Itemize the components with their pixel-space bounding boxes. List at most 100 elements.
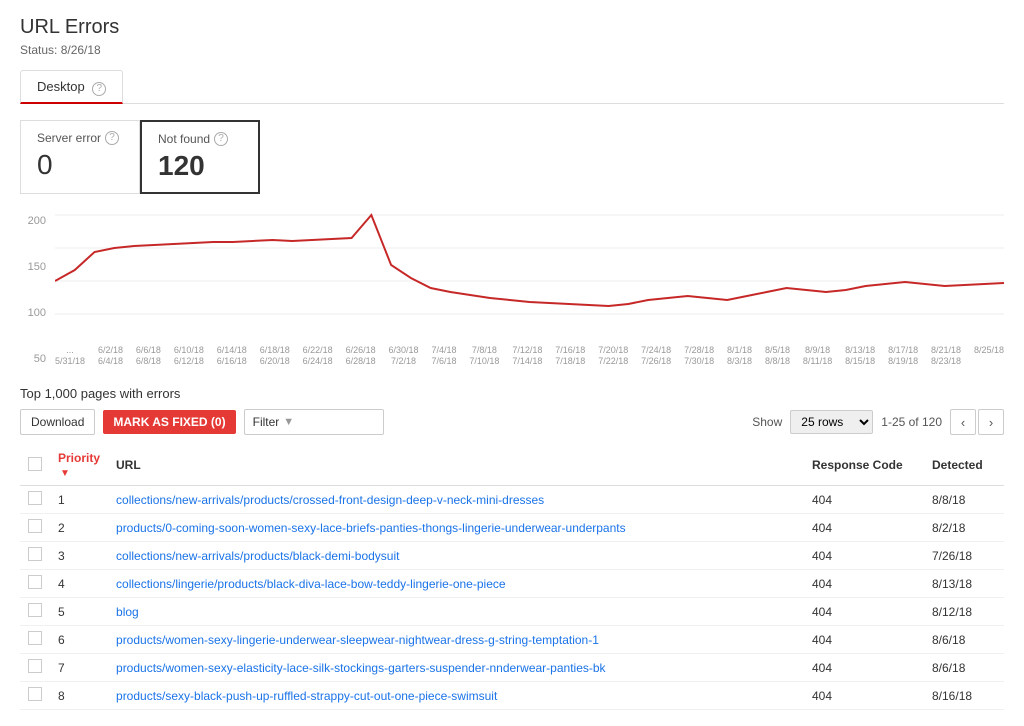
row-checkbox-cell (20, 626, 50, 654)
x-label-11: 7/12/187/14/18 (512, 345, 542, 370)
row-checkbox[interactable] (28, 519, 42, 533)
not-found-metric[interactable]: Not found ? 120 (140, 120, 260, 194)
row-response-code: 404 (804, 486, 924, 514)
table-row: 2 products/0-coming-soon-women-sexy-lace… (20, 514, 1004, 542)
filter-input[interactable]: Filter ▼ (244, 409, 384, 435)
row-checkbox[interactable] (28, 659, 42, 673)
toolbar: Download MARK AS FIXED (0) Filter ▼ Show… (20, 409, 1004, 435)
x-label-22: 8/25/18 (974, 345, 1004, 370)
table-row: 3 collections/new-arrivals/products/blac… (20, 542, 1004, 570)
pagination: Show 25 rows 50 rows 100 rows 1-25 of 12… (752, 409, 1004, 435)
tab-desktop-label: Desktop (37, 79, 85, 94)
row-checkbox-cell (20, 486, 50, 514)
row-checkbox[interactable] (28, 603, 42, 617)
row-url[interactable]: products/0-coming-soon-women-sexy-lace-b… (108, 514, 804, 542)
x-label-20: 8/17/188/19/18 (888, 345, 918, 370)
row-url[interactable]: blog (108, 598, 804, 626)
mark-as-fixed-button[interactable]: MARK AS FIXED (0) (103, 410, 235, 434)
row-url[interactable]: collections/new-arrivals/products/black-… (108, 542, 804, 570)
select-all-checkbox[interactable] (28, 457, 42, 471)
x-label-4: 6/14/186/16/18 (217, 345, 247, 370)
row-detected: 8/6/18 (924, 654, 1004, 682)
row-detected: 8/13/18 (924, 570, 1004, 598)
prev-page-button[interactable]: ‹ (950, 409, 976, 435)
server-error-help-icon[interactable]: ? (105, 131, 119, 145)
row-checkbox[interactable] (28, 687, 42, 701)
x-label-13: 7/20/187/22/18 (598, 345, 628, 370)
row-url[interactable]: products/women-sexy-elasticity-lace-silk… (108, 654, 804, 682)
row-url[interactable]: products/women-sexy-lingerie-underwear-s… (108, 626, 804, 654)
status-line: Status: 8/26/18 (20, 43, 1004, 57)
y-label-200: 200 (20, 215, 50, 227)
next-page-button[interactable]: › (978, 409, 1004, 435)
tab-desktop[interactable]: Desktop ? (20, 70, 123, 104)
row-detected: 8/6/18 (924, 626, 1004, 654)
row-checkbox[interactable] (28, 547, 42, 561)
rows-per-page-select[interactable]: 25 rows 50 rows 100 rows (790, 410, 873, 434)
x-label-12: 7/16/187/18/18 (555, 345, 585, 370)
row-checkbox-cell (20, 570, 50, 598)
row-priority: 2 (50, 514, 108, 542)
row-response-code: 404 (804, 682, 924, 710)
x-label-17: 8/5/188/8/18 (765, 345, 790, 370)
x-label-8: 6/30/187/2/18 (389, 345, 419, 370)
y-label-100: 100 (20, 307, 50, 319)
row-detected: 8/2/18 (924, 514, 1004, 542)
row-detected: 8/12/18 (924, 598, 1004, 626)
x-label-9: 7/4/187/6/18 (431, 345, 456, 370)
x-label-3: 6/10/186/12/18 (174, 345, 204, 370)
row-checkbox[interactable] (28, 575, 42, 589)
row-priority: 4 (50, 570, 108, 598)
tab-help-icon[interactable]: ? (92, 82, 106, 96)
table-row: 4 collections/lingerie/products/black-di… (20, 570, 1004, 598)
row-priority: 5 (50, 598, 108, 626)
row-checkbox[interactable] (28, 491, 42, 505)
header-priority[interactable]: Priority ▼ (50, 445, 108, 486)
chart-container: 200 150 100 50 ...5/31/18 6/2/186/4/18 6… (20, 210, 1004, 370)
page-title: URL Errors (20, 16, 1004, 39)
row-checkbox-cell (20, 514, 50, 542)
show-label: Show (752, 415, 782, 429)
server-error-label: Server error ? (37, 131, 123, 145)
not-found-label: Not found ? (158, 132, 242, 146)
server-error-metric[interactable]: Server error ? 0 (20, 120, 140, 194)
row-detected: 8/16/18 (924, 682, 1004, 710)
header-response-code: Response Code (804, 445, 924, 486)
row-checkbox-cell (20, 542, 50, 570)
row-priority: 6 (50, 626, 108, 654)
y-label-150: 150 (20, 261, 50, 273)
table-row: 1 collections/new-arrivals/products/cros… (20, 486, 1004, 514)
x-label-0: ...5/31/18 (55, 345, 85, 370)
x-label-10: 7/8/187/10/18 (469, 345, 499, 370)
not-found-help-icon[interactable]: ? (214, 132, 228, 146)
row-checkbox-cell (20, 654, 50, 682)
table-header: Priority ▼ URL Response Code Detected (20, 445, 1004, 486)
filter-label: Filter (253, 415, 280, 429)
row-url[interactable]: products/sexy-black-push-up-ruffled-stra… (108, 682, 804, 710)
row-url[interactable]: collections/lingerie/products/black-diva… (108, 570, 804, 598)
x-label-5: 6/18/186/20/18 (260, 345, 290, 370)
priority-sort-arrow: ▼ (60, 468, 70, 479)
x-label-21: 8/21/188/23/18 (931, 345, 961, 370)
row-priority: 8 (50, 682, 108, 710)
page-navigation: ‹ › (950, 409, 1004, 435)
x-label-7: 6/26/186/28/18 (346, 345, 376, 370)
errors-table: Priority ▼ URL Response Code Detected 1 … (20, 445, 1004, 710)
filter-funnel-icon: ▼ (283, 416, 294, 428)
download-button[interactable]: Download (20, 409, 95, 435)
row-detected: 7/26/18 (924, 542, 1004, 570)
table-row: 8 products/sexy-black-push-up-ruffled-st… (20, 682, 1004, 710)
chart-y-labels: 200 150 100 50 (20, 210, 50, 370)
row-checkbox[interactable] (28, 631, 42, 645)
row-response-code: 404 (804, 514, 924, 542)
metrics-row: Server error ? 0 Not found ? 120 (20, 120, 1004, 194)
x-label-15: 7/28/187/30/18 (684, 345, 714, 370)
x-label-2: 6/6/186/8/18 (136, 345, 161, 370)
row-url[interactable]: collections/new-arrivals/products/crosse… (108, 486, 804, 514)
x-label-18: 8/9/188/11/18 (803, 345, 832, 370)
row-response-code: 404 (804, 626, 924, 654)
row-checkbox-cell (20, 598, 50, 626)
server-error-value: 0 (37, 149, 123, 181)
x-label-14: 7/24/187/26/18 (641, 345, 671, 370)
header-detected: Detected (924, 445, 1004, 486)
